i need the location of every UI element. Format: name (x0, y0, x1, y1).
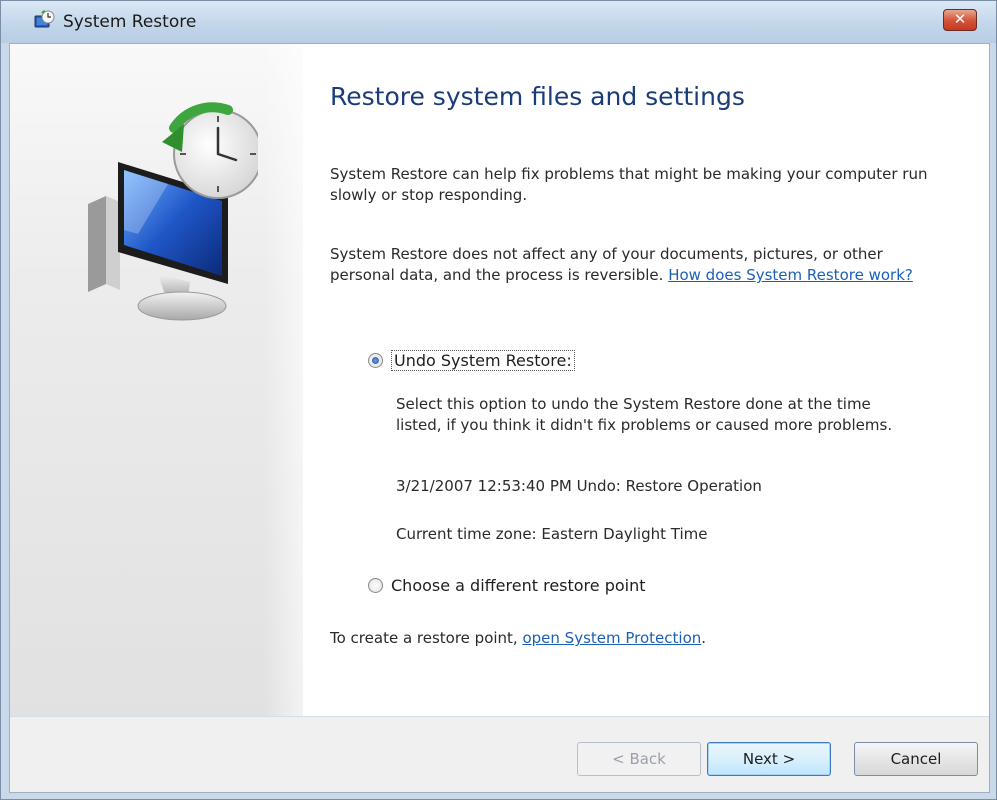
close-button[interactable]: ✕ (943, 9, 977, 31)
reversible-text: System Restore does not affect any of yo… (330, 244, 930, 286)
open-system-protection-link[interactable]: open System Protection (522, 629, 701, 647)
panel-shade (263, 44, 303, 716)
system-restore-window: System Restore ✕ Restore system files an… (0, 0, 997, 800)
window-title: System Restore (63, 12, 197, 32)
undo-system-restore-label[interactable]: Undo System Restore: (391, 350, 575, 371)
next-button[interactable]: Next > (707, 742, 831, 776)
system-restore-icon (34, 10, 55, 28)
intro-text: System Restore can help fix problems tha… (330, 165, 928, 204)
close-icon: ✕ (953, 10, 967, 28)
choose-different-restore-point-radio[interactable]: Choose a different restore point (368, 576, 646, 595)
undo-system-restore-radio[interactable]: Undo System Restore: (368, 350, 575, 371)
restore-point-entry: 3/21/2007 12:53:40 PM Undo: Restore Oper… (396, 477, 762, 495)
create-restore-point-period: . (701, 629, 707, 647)
radio-selected-icon[interactable] (368, 353, 383, 368)
cancel-button[interactable]: Cancel (854, 742, 978, 776)
back-button[interactable]: < Back (577, 742, 701, 776)
page-title: Restore system files and settings (330, 82, 745, 111)
time-zone-text: Current time zone: Eastern Daylight Time (396, 525, 708, 543)
system-restore-clock-monitor-icon (88, 102, 258, 321)
how-does-system-restore-work-link[interactable]: How does System Restore work? (668, 266, 913, 284)
create-restore-point-prefix: To create a restore point, (330, 629, 523, 647)
content-area: Restore system files and settings System… (318, 44, 978, 716)
button-bar: < Back Next > Cancel (10, 717, 989, 792)
left-graphic-panel (10, 44, 303, 716)
title-bar[interactable]: System Restore ✕ (1, 1, 996, 43)
choose-different-restore-point-label[interactable]: Choose a different restore point (391, 576, 646, 595)
dialog-client-area: Restore system files and settings System… (9, 43, 990, 793)
create-restore-point-text: To create a restore point, open System P… (330, 629, 706, 647)
undo-option-description: Select this option to undo the System Re… (396, 395, 893, 434)
radio-unselected-icon[interactable] (368, 578, 383, 593)
